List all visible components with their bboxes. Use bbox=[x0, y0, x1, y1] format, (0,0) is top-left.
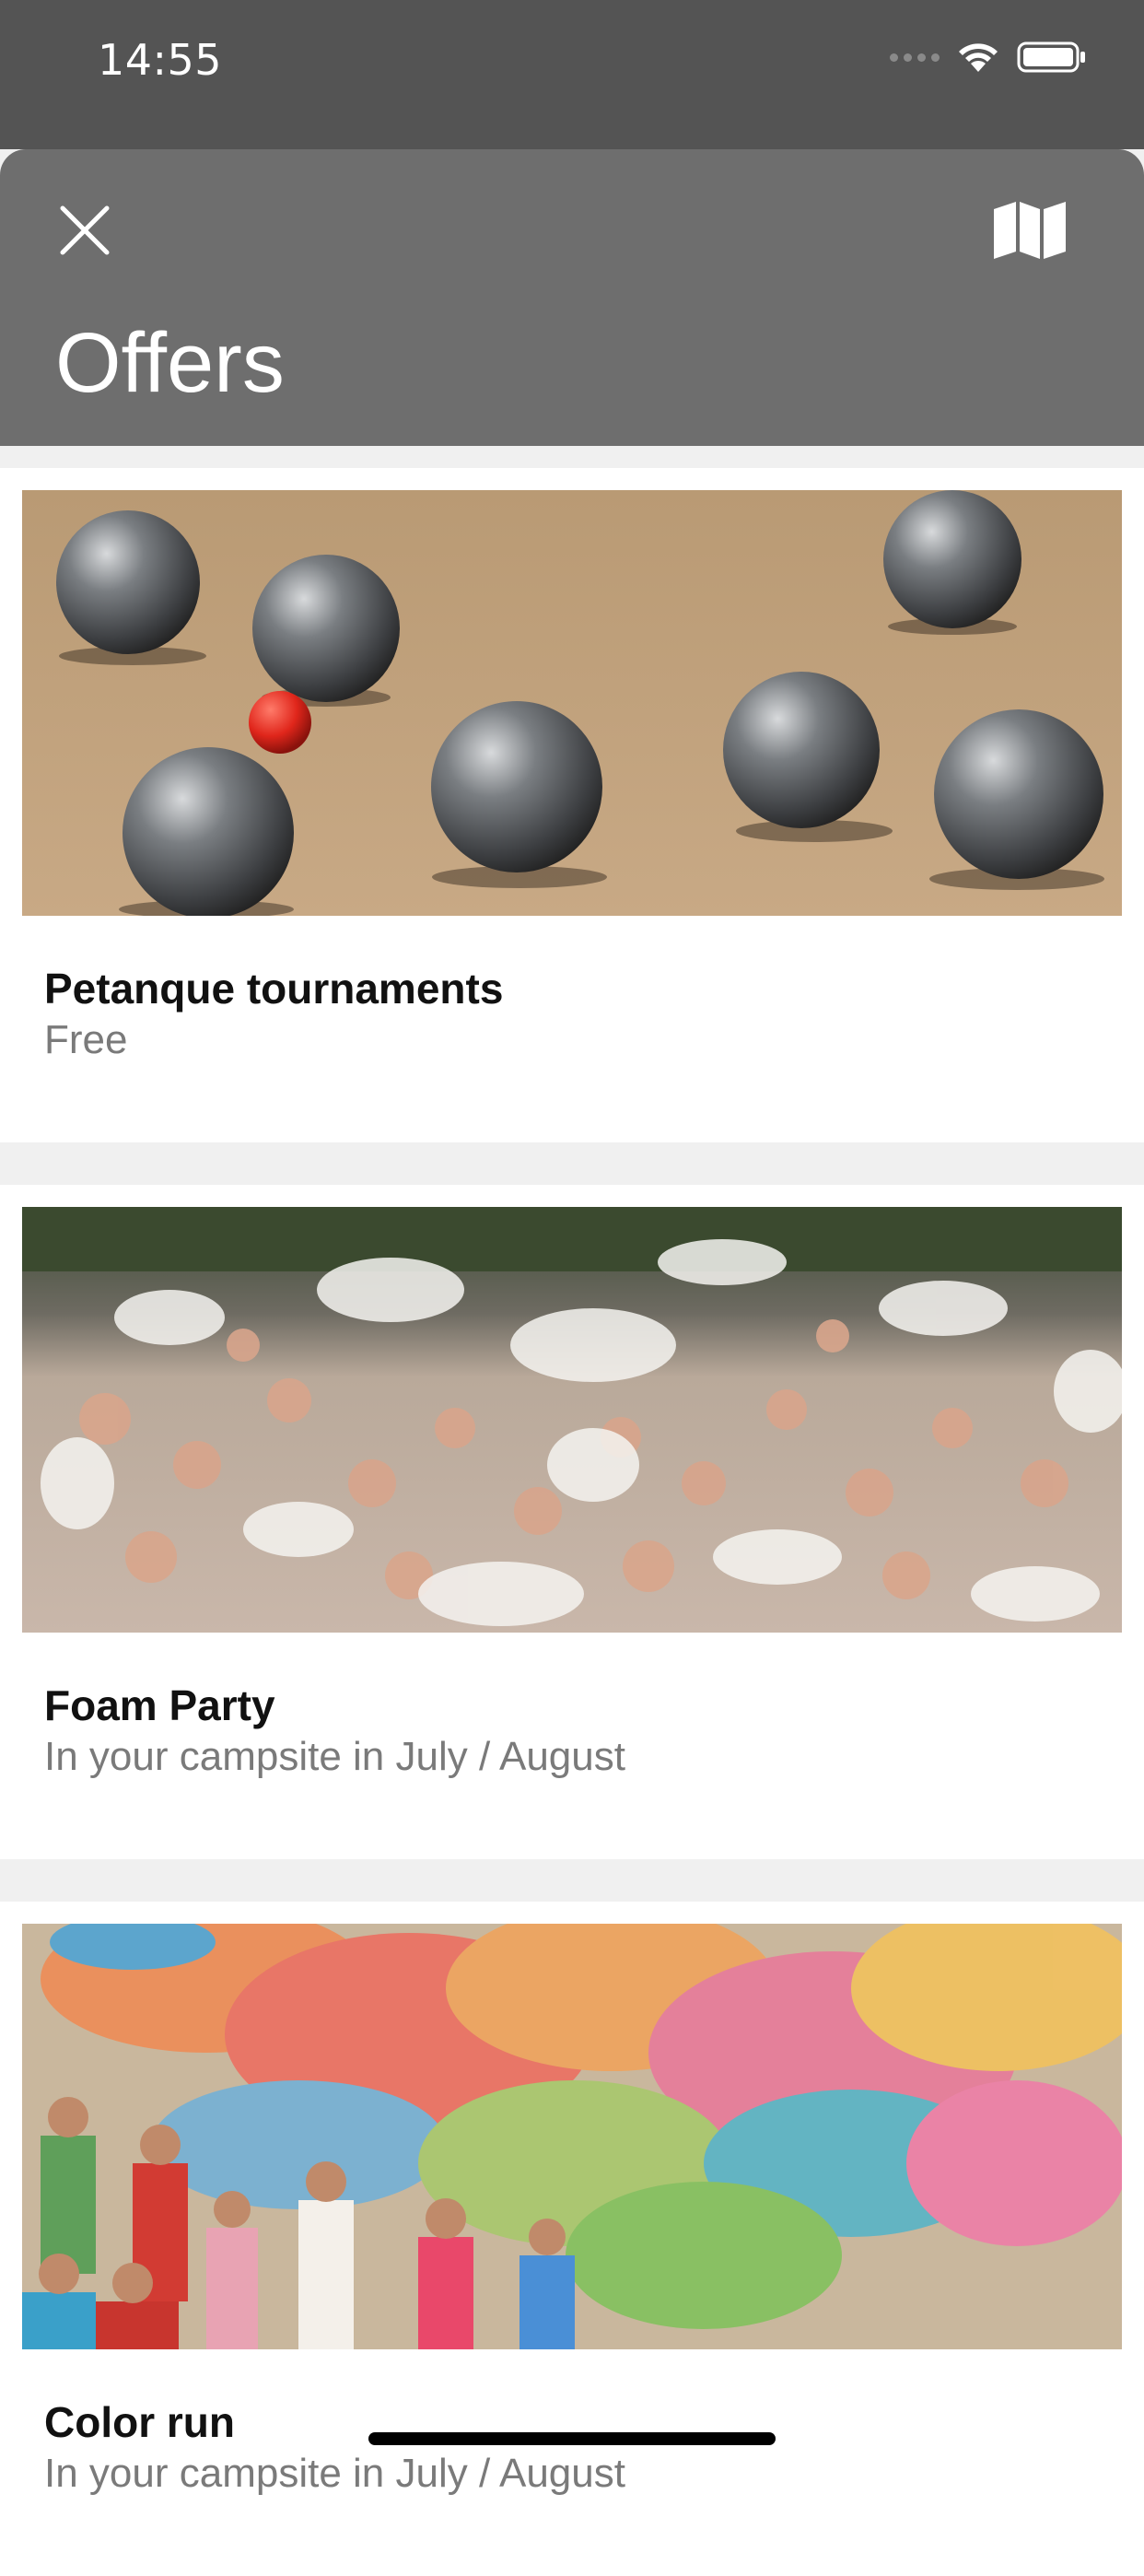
status-bar: 14:55 bbox=[0, 0, 1144, 149]
close-button[interactable] bbox=[50, 195, 120, 265]
offer-title: Petanque tournaments bbox=[44, 965, 504, 1013]
offer-subtitle: Free bbox=[44, 1017, 128, 1062]
signal-dots-icon bbox=[890, 53, 940, 62]
offer-card-color-run[interactable]: Color run In your campsite in July / Aug… bbox=[0, 1902, 1144, 2576]
status-time: 14:55 bbox=[98, 35, 223, 85]
close-icon bbox=[60, 205, 110, 255]
battery-icon bbox=[1017, 41, 1085, 73]
status-icons bbox=[890, 41, 1087, 74]
page-title: Offers bbox=[55, 316, 285, 410]
offer-subtitle: In your campsite in July / August bbox=[44, 2451, 625, 2496]
sheet-header: Offers bbox=[0, 149, 1144, 446]
map-button[interactable] bbox=[986, 195, 1074, 265]
petanque-photo bbox=[22, 490, 1122, 916]
home-indicator[interactable] bbox=[368, 2432, 776, 2445]
color-run-photo bbox=[22, 1924, 1122, 2349]
foam-party-photo bbox=[22, 1207, 1122, 1633]
offer-title: Foam Party bbox=[44, 1681, 275, 1729]
wifi-icon bbox=[959, 43, 998, 72]
offer-title: Color run bbox=[44, 2398, 235, 2446]
offer-subtitle: In your campsite in July / August bbox=[44, 1734, 625, 1779]
offer-card-foam-party[interactable]: Foam Party In your campsite in July / Au… bbox=[0, 1185, 1144, 1859]
map-icon bbox=[994, 202, 1066, 259]
offer-card-petanque[interactable]: Petanque tournaments Free bbox=[0, 468, 1144, 1142]
